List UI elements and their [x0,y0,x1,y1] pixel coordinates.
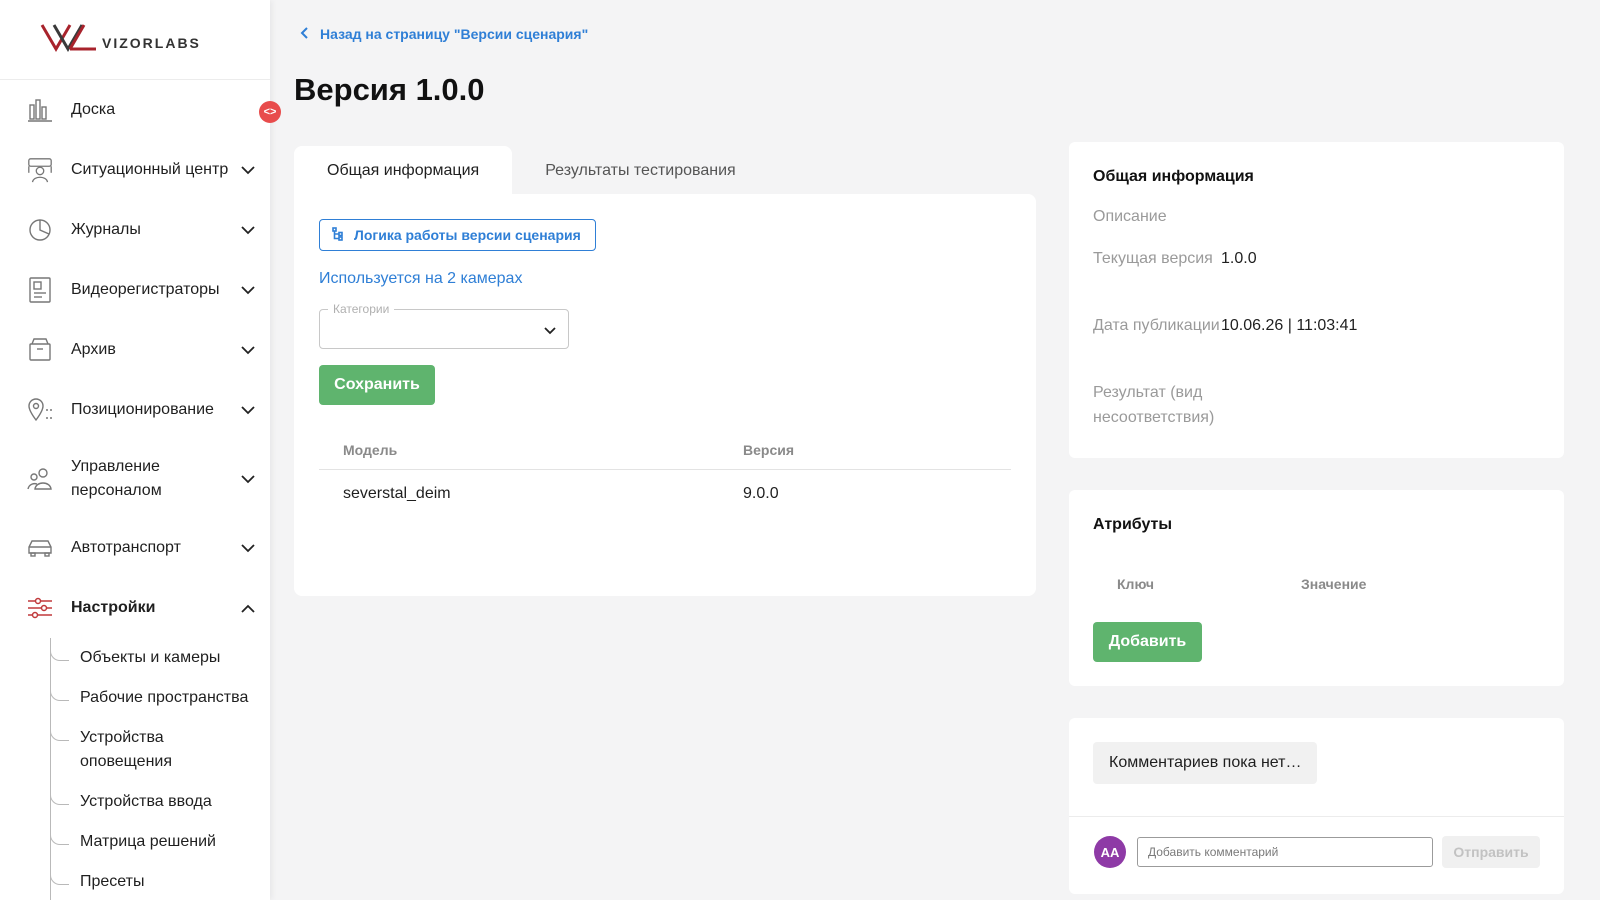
back-link[interactable]: Назад на страницу "Версии сценария" [300,26,588,42]
category-select-label: Категории [328,302,395,316]
sidebar-nav: Доска Ситуационный центр Журналы Видеоре… [0,80,270,638]
situation-center-icon [26,156,54,184]
sidebar-item-label: Журналы [71,221,141,238]
current-version-value: 1.0.0 [1221,250,1257,267]
column-header-key: Ключ [1117,576,1154,592]
sidebar-item-label: Управление персоналом [71,458,162,499]
sidebar-item-settings[interactable]: Настройки [0,578,270,638]
category-select[interactable]: Категории [319,302,569,349]
subnav-item-decision-matrix[interactable]: Матрица решений [50,822,270,862]
subnav-item-notification-devices[interactable]: Устройства оповещения [50,718,200,782]
sidebar-item-situation-center[interactable]: Ситуационный центр [0,140,270,200]
subnav-item-presets[interactable]: Пресеты [50,862,270,900]
result-row: Результат (вид несоответствия) [1093,380,1533,430]
attributes-card: Атрибуты Ключ Значение Добавить [1069,490,1564,686]
chevron-down-icon[interactable] [238,280,258,300]
sidebar-item-label: Позиционирование [71,401,214,418]
used-on-cameras-link[interactable]: Используется на 2 камерах [319,270,522,288]
sidebar-item-label: Доска [71,101,116,118]
car-icon [26,534,54,562]
chevron-down-icon[interactable] [238,469,258,489]
dashboard-icon [26,96,54,124]
tree-structure-icon [332,226,344,244]
subnav-item-workspaces[interactable]: Рабочие пространства [50,678,270,718]
sidebar: VIZORLABS Доска Ситуационный центр Журна… [0,0,270,900]
attributes-table-header: Ключ Значение [1117,576,1366,592]
current-version-row: Текущая версия 1.0.0 [1093,246,1533,271]
general-info-panel: Логика работы версии сценария Использует… [294,194,1036,596]
back-link-label: Назад на страницу "Версии сценария" [320,26,589,42]
description-row: Описание [1093,204,1533,229]
sidebar-item-label: Автотранспорт [71,539,181,556]
table-cell-model: severstal_deim [343,485,451,502]
column-header-value: Значение [1301,576,1367,592]
subnav-item-objects-cameras[interactable]: Объекты и камеры [50,638,270,678]
chevron-down-icon[interactable] [238,400,258,420]
logo[interactable]: VIZORLABS [0,0,270,80]
video-recorder-icon [26,276,54,304]
save-button[interactable]: Сохранить [319,365,435,405]
sidebar-item-label: Ситуационный центр [71,161,229,178]
send-comment-button[interactable]: Отправить [1442,836,1540,868]
subnav-item-input-devices[interactable]: Устройства ввода [50,782,270,822]
sidebar-item-dashboard[interactable]: Доска [0,80,270,140]
logo-text: VIZORLABS [102,34,201,51]
description-label: Описание [1093,208,1167,225]
code-arrows-icon: <> [263,106,277,118]
table-cell-version: 9.0.0 [743,485,779,502]
info-card-title: Общая информация [1093,168,1254,185]
chevron-down-icon[interactable] [238,220,258,240]
sidebar-item-archive[interactable]: Архив [0,320,270,380]
sidebar-item-label: Настройки [71,599,156,616]
attributes-card-title: Атрибуты [1093,516,1173,533]
sidebar-item-video-recorders[interactable]: Видеорегистраторы [0,260,270,320]
comment-input[interactable] [1137,837,1433,867]
column-header-model: Модель [343,441,398,458]
publish-date-value: 10.06.26 | 11:03:41 [1221,317,1358,334]
table-row: severstal_deim 9.0.0 [319,470,1011,518]
publish-date-label: Дата публикации [1093,317,1220,334]
models-table: Модель Версия severstal_deim 9.0.0 [319,430,1011,518]
sidebar-item-journals[interactable]: Журналы [0,200,270,260]
location-pin-icon [26,396,54,424]
settings-subnav: Объекты и камеры Рабочие пространства Ус… [50,638,270,900]
sidebar-item-positioning[interactable]: Позиционирование [0,380,270,440]
sidebar-item-staff[interactable]: Управление персоналом [0,440,270,518]
chevron-left-icon [300,26,308,42]
info-card: Общая информация Описание Текущая версия… [1069,142,1564,458]
sidebar-item-label: Видеорегистраторы [71,281,220,298]
chevron-up-icon[interactable] [238,598,258,618]
logo-mark-icon [40,21,98,58]
chevron-down-icon [544,322,556,340]
scenario-logic-button[interactable]: Логика работы версии сценария [319,219,596,251]
publish-date-row: Дата публикации 10.06.26 | 11:03:41 [1093,313,1533,338]
settings-sliders-icon [26,594,54,622]
column-header-version: Версия [743,441,795,458]
chevron-down-icon[interactable] [238,538,258,558]
pie-chart-icon [26,216,54,244]
tab-bar: Общая информация Результаты тестирования [294,146,769,196]
tab-test-results[interactable]: Результаты тестирования [512,146,768,196]
current-version-label: Текущая версия [1093,250,1213,267]
add-attribute-button[interactable]: Добавить [1093,622,1202,662]
page-title: Версия 1.0.0 [294,72,485,107]
divider [1069,816,1564,817]
comments-card: Комментариев пока нет… AA Отправить [1069,718,1564,894]
result-label: Результат (вид несоответствия) [1093,384,1215,426]
tab-general-info[interactable]: Общая информация [294,146,513,196]
avatar: AA [1094,836,1126,868]
no-comments-message: Комментариев пока нет… [1093,742,1318,784]
scenario-logic-label: Логика работы версии сценария [354,227,581,243]
archive-icon [26,336,54,364]
chevron-down-icon[interactable] [238,160,258,180]
staff-icon [26,465,54,493]
sidebar-item-vehicles[interactable]: Автотранспорт [0,518,270,578]
table-header: Модель Версия [319,430,1011,470]
chevron-down-icon[interactable] [238,340,258,360]
sidebar-item-label: Архив [71,341,116,358]
sidebar-collapse-button[interactable]: <> [259,101,281,123]
